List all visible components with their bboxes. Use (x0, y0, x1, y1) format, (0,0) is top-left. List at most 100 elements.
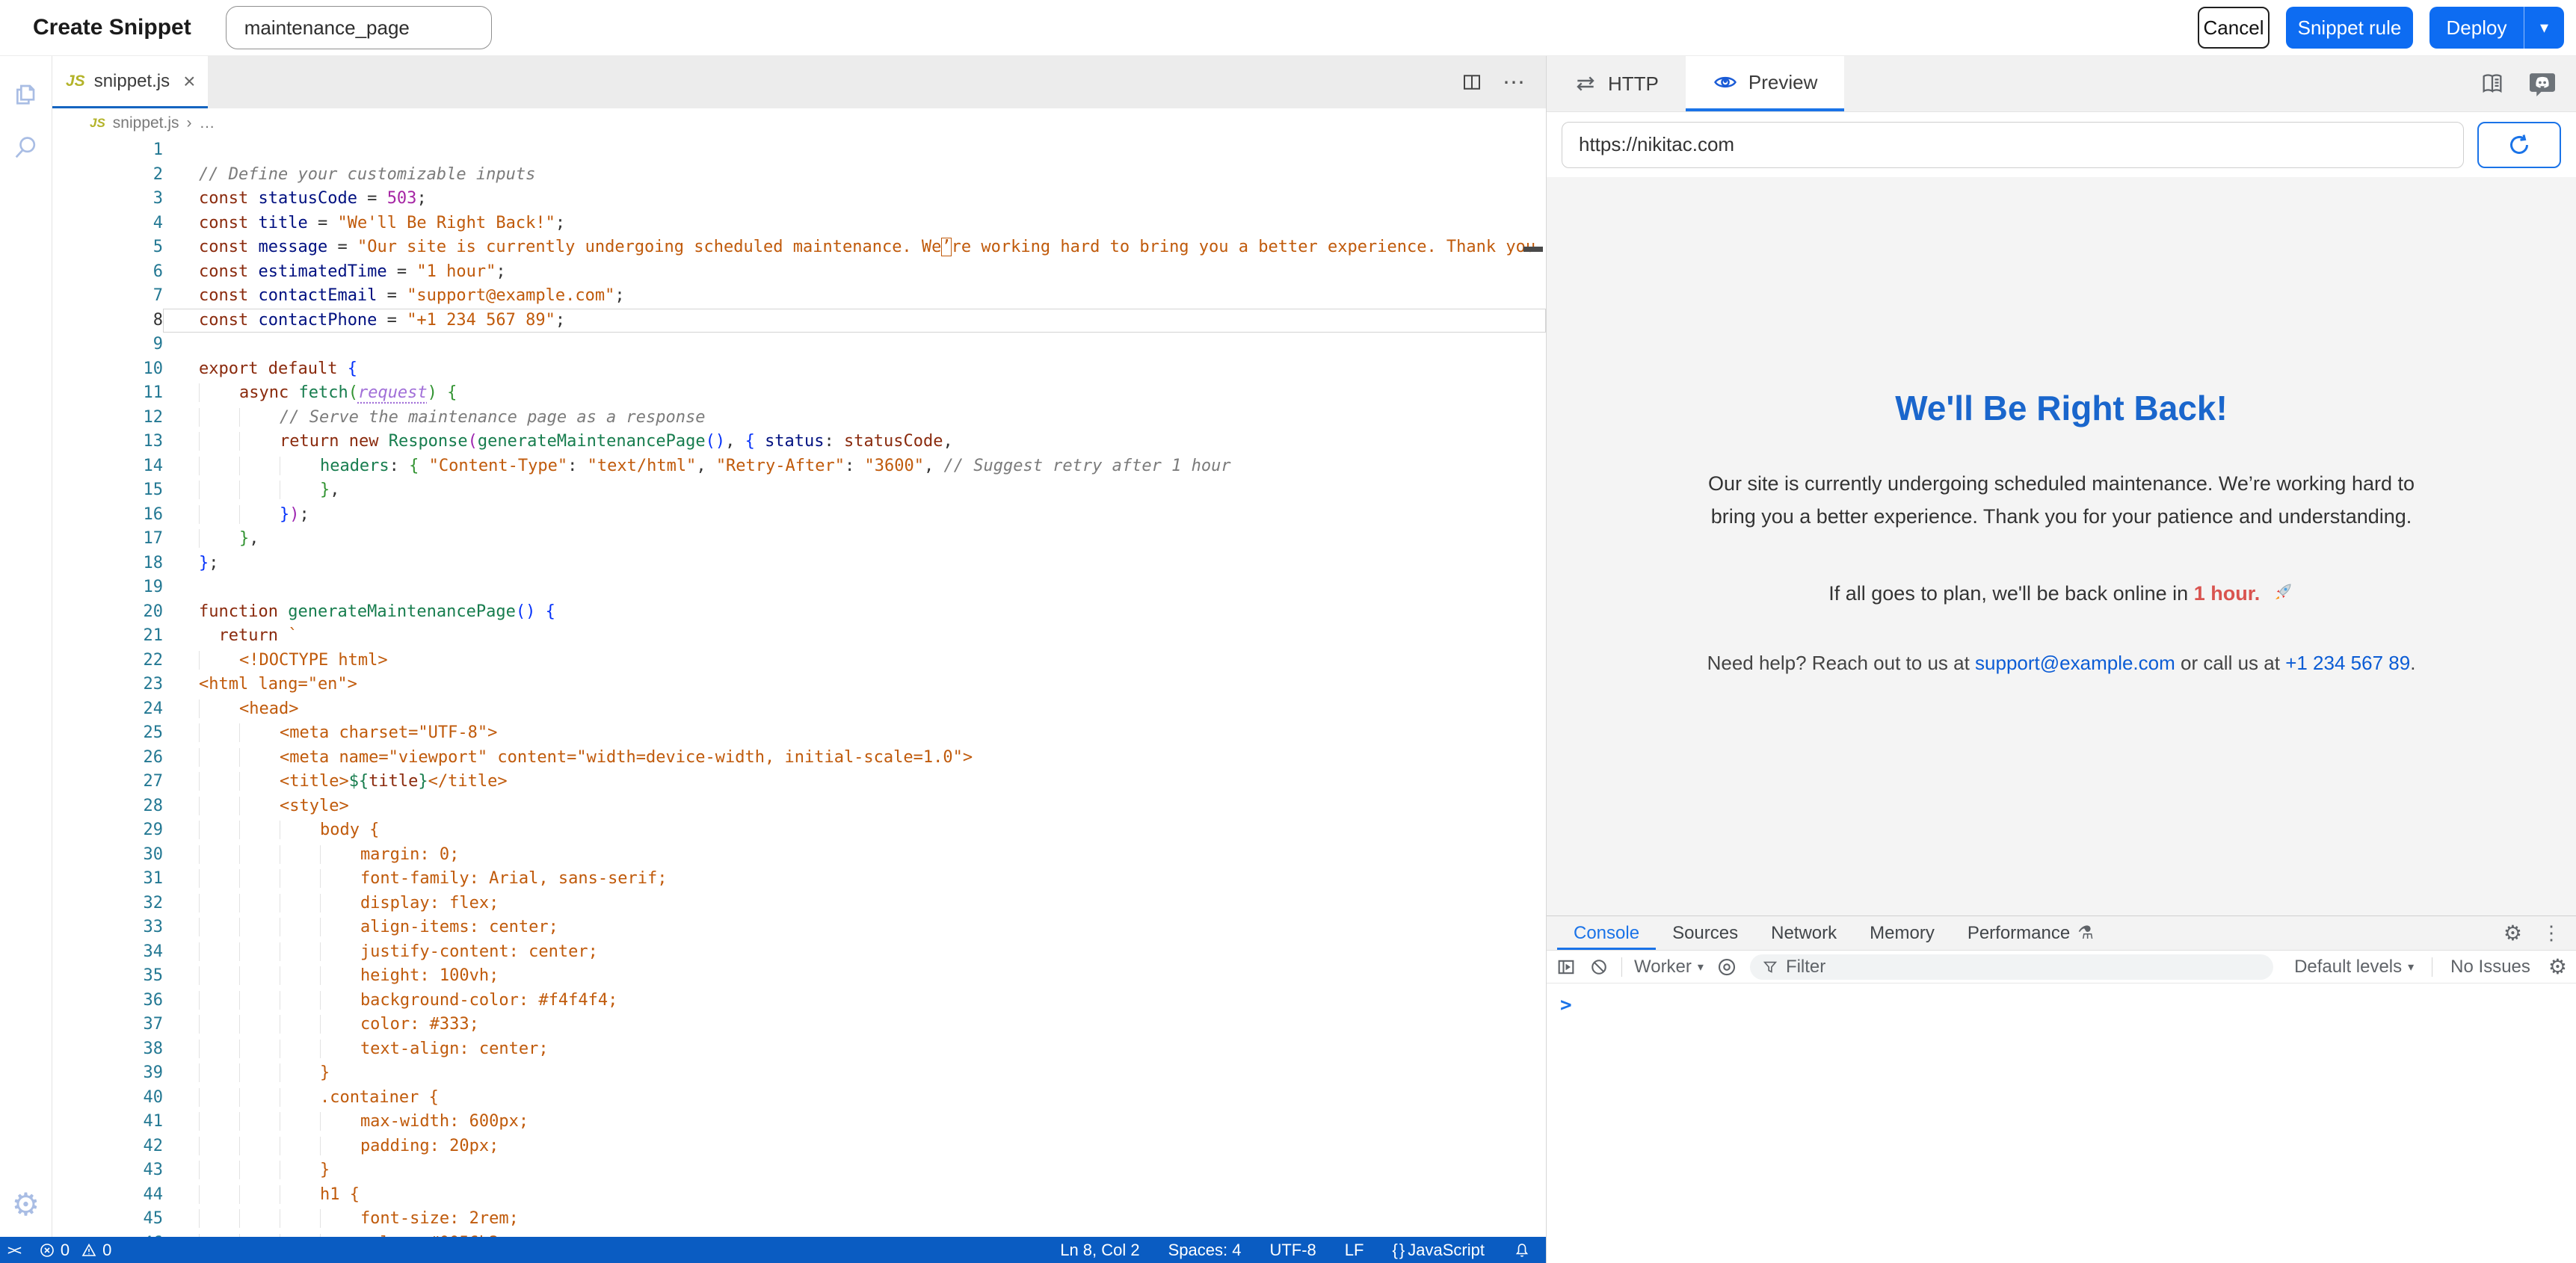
code-line-31[interactable]: 31 font-family: Arial, sans-serif; (52, 867, 1546, 892)
breadcrumb[interactable]: JS snippet.js › … (52, 108, 1546, 138)
code-line-23[interactable]: 23<html lang="en"> (52, 673, 1546, 697)
phone-link[interactable]: +1 234 567 89 (2285, 652, 2410, 674)
log-levels-dropdown[interactable]: Default levels ▾ (2294, 957, 2414, 978)
editor-scrollbar-thumb[interactable] (1523, 247, 1543, 252)
code-line-12[interactable]: 12 // Serve the maintenance page as a re… (52, 406, 1546, 430)
code-line-45[interactable]: 45 font-size: 2rem; (52, 1207, 1546, 1232)
remote-indicator-icon[interactable]: >< (7, 1242, 19, 1259)
docs-book-icon[interactable] (2479, 71, 2506, 96)
more-actions-icon[interactable]: ⋯ (1503, 70, 1526, 96)
settings-gear-icon[interactable]: ⚙ (12, 1189, 40, 1220)
code-line-44[interactable]: 44 h1 { (52, 1183, 1546, 1208)
code-line-9[interactable]: 9 (52, 333, 1546, 357)
eol-setting[interactable]: LF (1345, 1241, 1364, 1260)
refresh-button[interactable] (2477, 122, 2561, 168)
notifications-bell-icon[interactable] (1513, 1241, 1531, 1259)
snippet-rule-button[interactable]: Snippet rule (2286, 7, 2413, 49)
clear-console-icon[interactable] (1589, 957, 1609, 978)
http-arrows-icon (1574, 72, 1597, 96)
code-line-34[interactable]: 34 justify-content: center; (52, 940, 1546, 965)
devtools-settings-icon[interactable]: ⚙ (2503, 923, 2522, 944)
cancel-button[interactable]: Cancel (2198, 7, 2270, 49)
code-line-15[interactable]: 15 }, (52, 478, 1546, 503)
tab-memory[interactable]: Memory (1853, 916, 1951, 950)
console-filter-input[interactable]: Filter (1750, 954, 2273, 980)
code-line-10[interactable]: 10export default { (52, 357, 1546, 382)
code-line-8[interactable]: 8const contactPhone = "+1 234 567 89"; (52, 309, 1546, 333)
code-line-41[interactable]: 41 max-width: 600px; (52, 1110, 1546, 1134)
code-line-24[interactable]: 24 <head> (52, 697, 1546, 722)
code-line-20[interactable]: 20function generateMaintenancePage() { (52, 600, 1546, 625)
code-line-6[interactable]: 6const estimatedTime = "1 hour"; (52, 260, 1546, 285)
code-line-25[interactable]: 25 <meta charset="UTF-8"> (52, 721, 1546, 746)
code-line-27[interactable]: 27 <title>${title}</title> (52, 770, 1546, 794)
breadcrumb-more[interactable]: … (200, 114, 215, 132)
code-line-33[interactable]: 33 align-items: center; (52, 915, 1546, 940)
issues-counter[interactable]: No Issues (2450, 957, 2530, 978)
discord-icon[interactable] (2528, 71, 2557, 96)
code-line-2[interactable]: 2// Define your customizable inputs (52, 163, 1546, 188)
snippet-name-input[interactable] (226, 6, 492, 49)
console-output[interactable]: > (1547, 983, 2576, 1263)
devtools-menu-icon[interactable]: ⋮ (2542, 921, 2561, 945)
code-line-17[interactable]: 17 }, (52, 527, 1546, 552)
breadcrumb-file[interactable]: snippet.js (113, 114, 179, 132)
tab-http[interactable]: HTTP (1547, 56, 1686, 111)
code-line-16[interactable]: 16 }); (52, 503, 1546, 528)
live-expression-eye-icon[interactable] (1716, 956, 1738, 978)
code-line-28[interactable]: 28 <style> (52, 794, 1546, 819)
tab-network[interactable]: Network (1754, 916, 1853, 950)
tab-close-icon[interactable]: × (183, 70, 195, 93)
tab-preview[interactable]: Preview (1686, 56, 1844, 111)
code-line-7[interactable]: 7const contactEmail = "support@example.c… (52, 284, 1546, 309)
code-line-42[interactable]: 42 padding: 20px; (52, 1134, 1546, 1159)
code-area[interactable]: 12// Define your customizable inputs3con… (52, 138, 1546, 1237)
code-line-1[interactable]: 1 (52, 138, 1546, 163)
console-sidebar-toggle-icon[interactable] (1556, 957, 1577, 978)
language-mode[interactable]: { } JavaScript (1392, 1241, 1485, 1260)
encoding-setting[interactable]: UTF-8 (1269, 1241, 1316, 1260)
line-number: 26 (52, 746, 163, 771)
deploy-split-button: Deploy ▾ (2429, 7, 2564, 49)
code-line-22[interactable]: 22 <!DOCTYPE html> (52, 649, 1546, 673)
code-line-13[interactable]: 13 return new Response(generateMaintenan… (52, 430, 1546, 454)
console-settings-icon[interactable]: ⚙ (2548, 957, 2567, 978)
support-email-link[interactable]: support@example.com (1975, 652, 2175, 674)
problems-counter[interactable]: 0 0 (38, 1241, 112, 1260)
console-prompt-chevron[interactable]: > (1560, 994, 1572, 1016)
code-line-46[interactable]: 46 color: #0056b3; (52, 1232, 1546, 1238)
preview-url-input[interactable] (1562, 122, 2464, 168)
code-line-4[interactable]: 4const title = "We'll Be Right Back!"; (52, 211, 1546, 236)
code-line-21[interactable]: 21 return ` (52, 624, 1546, 649)
top-header: Create Snippet Cancel Snippet rule Deplo… (0, 0, 2576, 56)
deploy-button[interactable]: Deploy (2429, 7, 2524, 49)
code-line-35[interactable]: 35 height: 100vh; (52, 964, 1546, 989)
tab-performance[interactable]: Performance ⚗ (1951, 916, 2110, 950)
code-line-37[interactable]: 37 color: #333; (52, 1013, 1546, 1037)
deploy-dropdown-button[interactable]: ▾ (2524, 7, 2564, 49)
tab-console[interactable]: Console (1557, 916, 1656, 950)
code-line-11[interactable]: 11 async fetch(request) { (52, 381, 1546, 406)
code-line-39[interactable]: 39 } (52, 1061, 1546, 1086)
code-line-32[interactable]: 32 display: flex; (52, 892, 1546, 916)
tab-snippet-js[interactable]: JS snippet.js × (52, 56, 208, 108)
code-line-5[interactable]: 5const message = "Our site is currently … (52, 235, 1546, 260)
code-line-40[interactable]: 40 .container { (52, 1086, 1546, 1111)
worker-context-dropdown[interactable]: Worker ▾ (1634, 957, 1704, 978)
tab-sources[interactable]: Sources (1656, 916, 1754, 950)
indentation-setting[interactable]: Spaces: 4 (1168, 1241, 1242, 1260)
code-line-18[interactable]: 18}; (52, 552, 1546, 576)
code-line-26[interactable]: 26 <meta name="viewport" content="width=… (52, 746, 1546, 771)
code-line-36[interactable]: 36 background-color: #f4f4f4; (52, 989, 1546, 1013)
code-line-38[interactable]: 38 text-align: center; (52, 1037, 1546, 1062)
search-icon[interactable] (10, 131, 43, 164)
files-icon[interactable] (10, 77, 43, 110)
code-line-30[interactable]: 30 margin: 0; (52, 843, 1546, 868)
cursor-position[interactable]: Ln 8, Col 2 (1060, 1241, 1139, 1260)
code-line-29[interactable]: 29 body { (52, 818, 1546, 843)
split-editor-icon[interactable] (1461, 71, 1483, 93)
code-line-19[interactable]: 19 (52, 575, 1546, 600)
code-line-14[interactable]: 14 headers: { "Content-Type": "text/html… (52, 454, 1546, 479)
code-line-3[interactable]: 3const statusCode = 503; (52, 187, 1546, 211)
code-line-43[interactable]: 43 } (52, 1158, 1546, 1183)
